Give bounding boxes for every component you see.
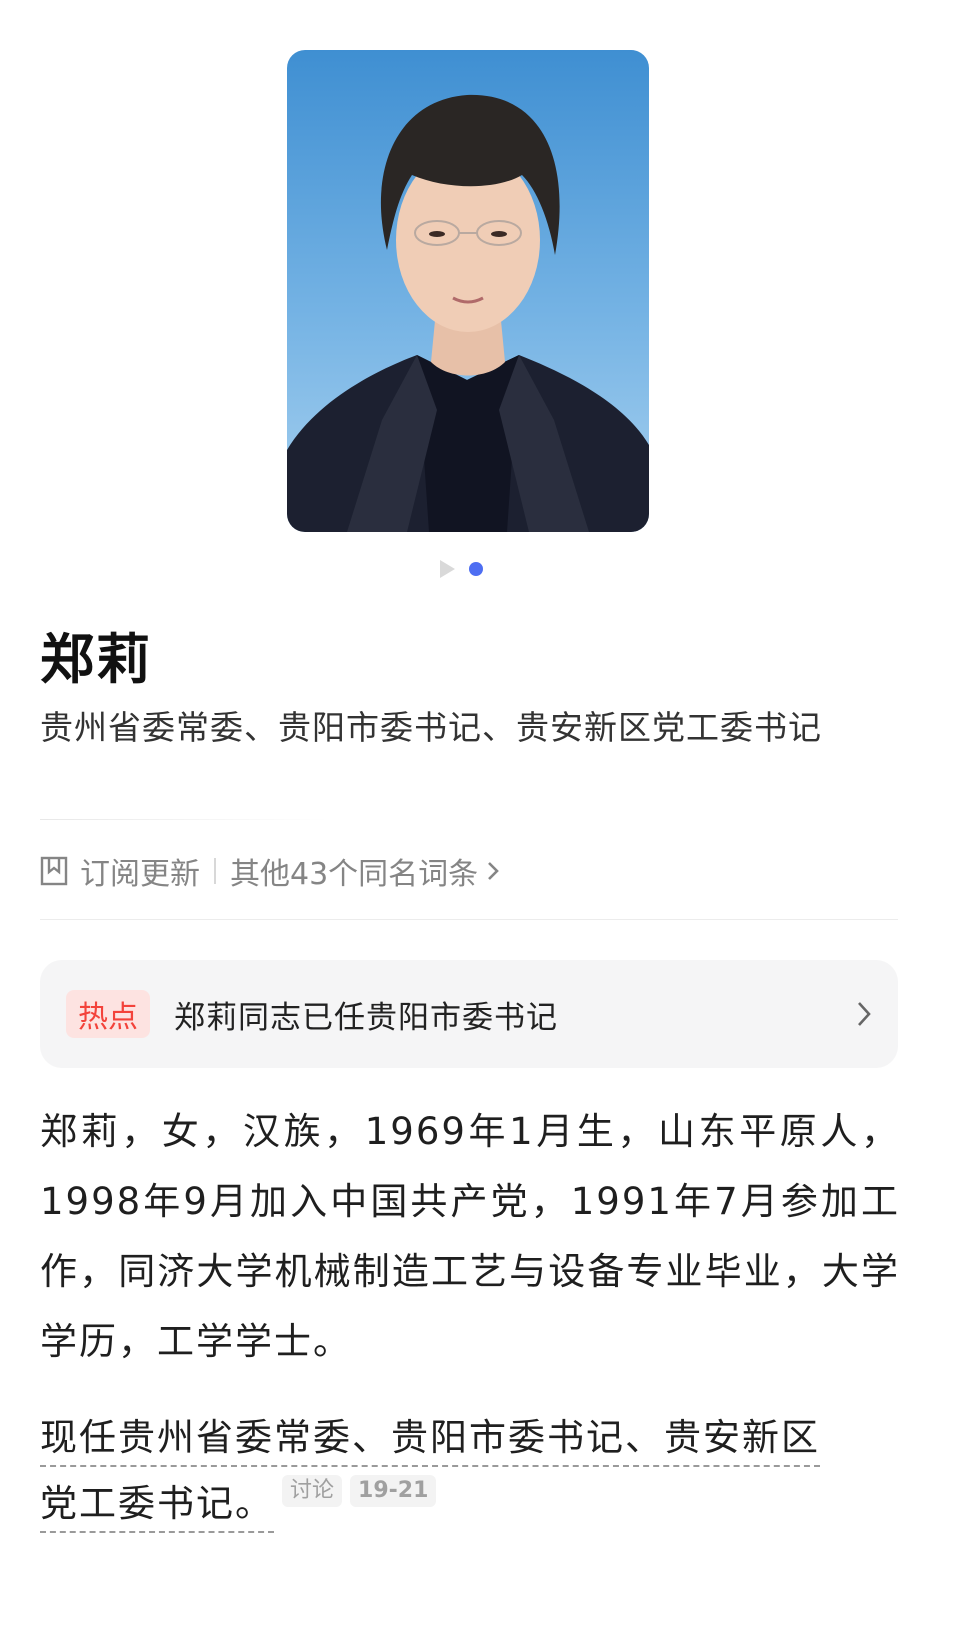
chevron-right-icon[interactable] [856,1000,872,1028]
play-icon[interactable] [440,560,455,578]
bookmark-icon[interactable] [40,856,68,886]
person-name: 郑莉 [40,628,152,691]
current-position-line1[interactable]: 现任贵州省委常委、贵阳市委书记、贵安新区 [40,1416,820,1467]
section-divider [40,919,898,920]
chevron-right-icon[interactable] [486,860,500,882]
hot-badge: 热点 [66,990,150,1038]
subscribe-link[interactable]: 订阅更新 [80,849,200,893]
portrait-image [287,50,649,532]
same-name-link[interactable]: 其他43个同名词条 [230,849,478,893]
current-position-line2[interactable]: 党工委书记。 [40,1482,274,1533]
meta-separator [214,858,216,884]
portrait-photo[interactable] [287,50,649,532]
reference-tag[interactable]: 19-21 [350,1475,437,1507]
current-position: 现任贵州省委常委、贵阳市委书记、贵安新区 党工委书记。 讨论 19-21 [40,1405,900,1537]
person-subtitle: 贵州省委常委、贵阳市委书记、贵安新区党工委书记 [40,708,822,747]
hot-news-text[interactable]: 郑莉同志已任贵阳市委书记 [174,992,558,1037]
subtitle-divider [40,819,330,820]
carousel-dot-active[interactable] [469,562,483,576]
hot-news-card[interactable]: 热点 郑莉同志已任贵阳市委书记 [40,960,898,1068]
carousel-indicator[interactable] [440,558,483,580]
meta-row: 订阅更新 其他43个同名词条 [40,848,500,894]
discuss-tag[interactable]: 讨论 [282,1475,343,1507]
bio-paragraph: 郑莉，女，汉族，1969年1月生，山东平原人，1998年9月加入中国共产党，19… [40,1110,900,1363]
